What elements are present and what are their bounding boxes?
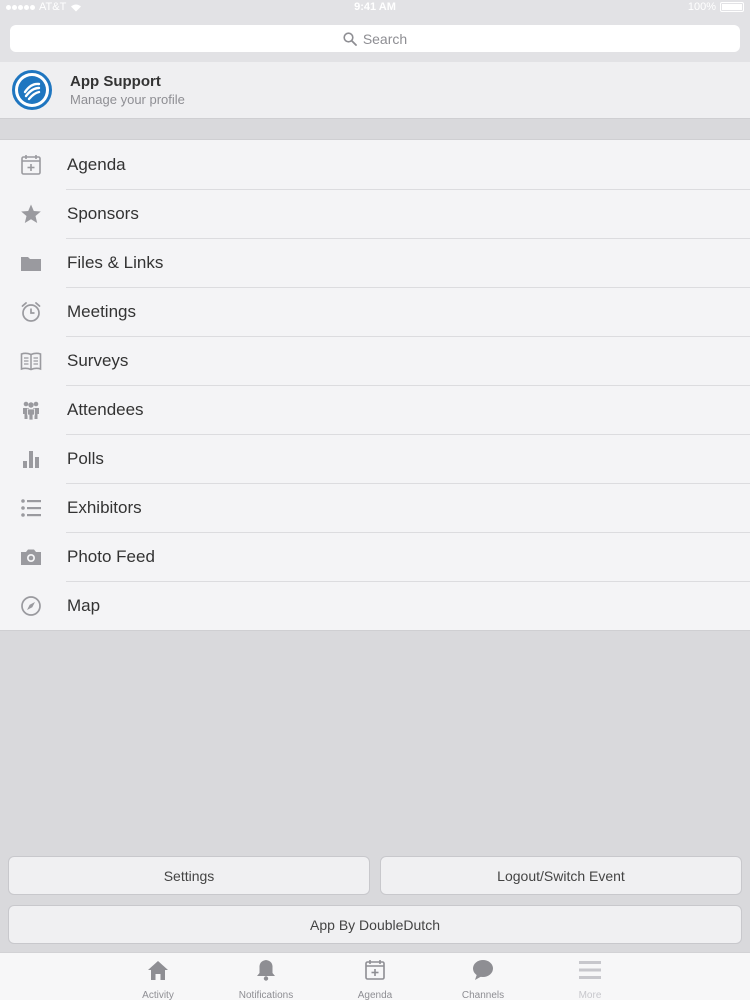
menu-item-label: Sponsors [67, 203, 139, 223]
tab-notifications[interactable]: Notifications [216, 957, 316, 1000]
star-icon [19, 202, 43, 226]
menu-item-label: Files & Links [67, 252, 164, 272]
tab-label: Activity [142, 990, 174, 1000]
profile-subtitle: Manage your profile [70, 92, 185, 107]
menu-item-label: Meetings [67, 301, 136, 321]
alarm-clock-icon [19, 300, 43, 324]
profile-name: App Support [70, 73, 161, 90]
profile-row[interactable]: App Support Manage your profile [0, 62, 750, 119]
tab-agenda[interactable]: Agenda [325, 957, 425, 1000]
menu-item-attendees[interactable]: Attendees [0, 385, 750, 434]
menu-item-exhibitors[interactable]: Exhibitors [0, 483, 750, 532]
search-bar-container: Search [0, 16, 750, 62]
menu-item-label: Polls [67, 448, 104, 468]
status-time: 9:41 AM [354, 1, 396, 13]
menu-item-map[interactable]: Map [0, 581, 750, 630]
tab-more[interactable]: More [540, 957, 640, 1000]
menu-item-surveys[interactable]: Surveys [0, 336, 750, 385]
compass-icon [19, 594, 43, 618]
book-icon [19, 349, 43, 373]
search-placeholder: Search [362, 30, 408, 47]
menu-icon [577, 957, 603, 983]
menu-item-files-links[interactable]: Files & Links [0, 238, 750, 287]
tab-bar: Activity Notifications Agenda Channels M… [0, 952, 750, 1000]
tab-activity[interactable]: Activity [108, 957, 208, 1000]
menu-item-label: Map [67, 595, 101, 615]
battery-percent: 100% [687, 1, 716, 13]
home-icon [145, 957, 171, 983]
search-icon [343, 31, 357, 46]
people-icon [19, 398, 43, 422]
menu-item-meetings[interactable]: Meetings [0, 287, 750, 336]
tab-label: Notifications [238, 990, 294, 1000]
calendar-icon [362, 957, 388, 983]
menu-item-label: Agenda [67, 154, 126, 174]
menu-item-label: Exhibitors [67, 497, 142, 517]
list-icon [19, 496, 43, 520]
bell-icon [253, 957, 279, 983]
calendar-icon [19, 153, 43, 177]
folder-icon [19, 251, 43, 275]
tab-label: Channels [461, 990, 505, 1000]
bar-chart-icon [19, 447, 43, 471]
menu-item-label: Attendees [67, 399, 144, 419]
settings-button[interactable]: Settings [8, 856, 370, 895]
app-logo-avatar [12, 70, 52, 110]
menu-item-agenda[interactable]: Agenda [0, 140, 750, 189]
app-by-doubledutch-button[interactable]: App By DoubleDutch [8, 905, 742, 944]
search-input[interactable]: Search [10, 25, 740, 52]
tab-label: More [578, 990, 602, 1000]
tab-channels[interactable]: Channels [433, 957, 533, 1000]
menu-item-label: Surveys [67, 350, 129, 370]
status-bar: AT&T 9:41 AM 100% [0, 0, 750, 16]
menu-item-sponsors[interactable]: Sponsors [0, 189, 750, 238]
menu-item-photo-feed[interactable]: Photo Feed [0, 532, 750, 581]
logout-switch-event-button[interactable]: Logout/Switch Event [380, 856, 742, 895]
menu-item-polls[interactable]: Polls [0, 434, 750, 483]
menu-item-label: Photo Feed [67, 546, 155, 566]
menu-list: Agenda Sponsors Files & Links Meetings S… [0, 139, 750, 631]
battery-info: 100% [688, 1, 744, 13]
camera-icon [19, 545, 43, 569]
tab-label: Agenda [357, 990, 393, 1000]
battery-icon [720, 2, 744, 12]
chat-bubble-icon [470, 957, 496, 983]
